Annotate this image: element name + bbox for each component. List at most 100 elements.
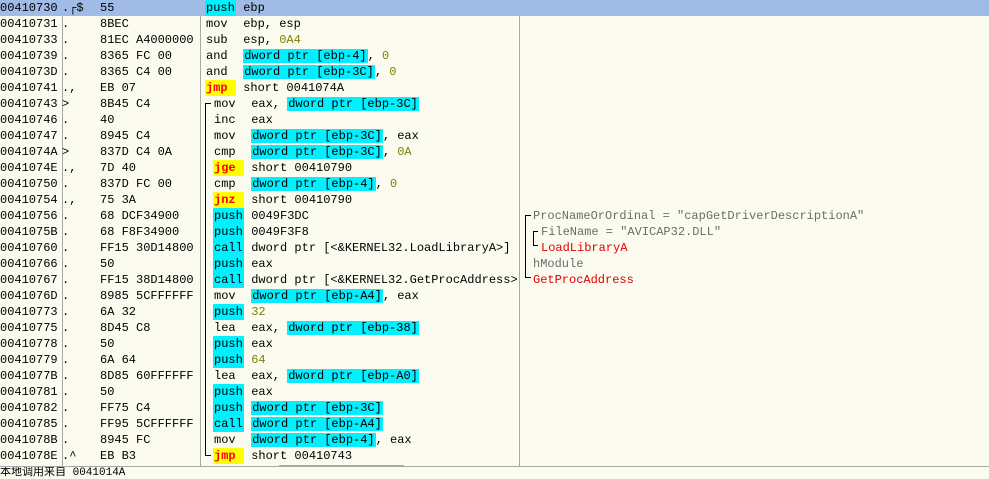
row-address: 00410756: [0, 209, 58, 223]
operand: dword ptr [ebp-4]: [243, 49, 368, 63]
mnemonic: cmp: [214, 145, 236, 159]
disasm-row[interactable]: 00410766. 50 push eax hModule: [0, 256, 989, 272]
disasm-row[interactable]: 0041073D. 8365 C4 00 and dword ptr [ebp-3C…: [0, 64, 989, 80]
disasm-row[interactable]: 0041078E .^ EB B3 jmp short 00410743: [0, 448, 989, 464]
mnemonic: mov: [214, 97, 236, 111]
row-marker: .: [62, 385, 70, 399]
row-instruction: lea eax, dword ptr [ebp-38]: [205, 320, 517, 336]
row-instruction: jmp short 0041074A: [205, 80, 517, 96]
row-instruction: mov dword ptr [ebp-4], eax: [205, 432, 517, 448]
row-marker: .: [62, 321, 70, 335]
disasm-row[interactable]: 0041078B. 8945 FC mov dword ptr [ebp-4], e…: [0, 432, 989, 448]
row-hex-bytes: 837D C4 0A: [100, 145, 173, 159]
operand: eax,: [251, 369, 288, 383]
disasm-row[interactable]: 00410773. 6A 32 push 32: [0, 304, 989, 320]
row-address: 0041077B: [0, 369, 58, 383]
disasm-row[interactable]: 00410779. 6A 64 push 64: [0, 352, 989, 368]
row-hex-bytes: 68 F8F34900: [100, 225, 180, 239]
row-marker: .: [62, 417, 70, 431]
disasm-row[interactable]: 00410743 >8B45 C4 mov eax, dword ptr [ebp-…: [0, 96, 989, 112]
row-address: 0041073D: [0, 65, 58, 79]
mnemonic: push: [213, 208, 244, 224]
row-address: 00410773: [0, 305, 58, 319]
row-address: 0041078B: [0, 433, 58, 447]
row-hex-bytes: 6A 32: [100, 305, 137, 319]
row-instruction: lea eax, dword ptr [ebp-A0]: [205, 368, 517, 384]
row-address: 00410766: [0, 257, 58, 271]
row-address: 0041076D: [0, 289, 58, 303]
disasm-row[interactable]: 00410747. 8945 C4 mov dword ptr [ebp-3C], …: [0, 128, 989, 144]
disasm-row[interactable]: 0041074E., 7D 40 jge short 00410790: [0, 160, 989, 176]
disasm-row[interactable]: 00410782. FF75 C4 push dword ptr [ebp-3C]: [0, 400, 989, 416]
disasm-row[interactable]: 00410730 .┌$ 55 push ebp: [0, 0, 989, 16]
row-marker: .┌$: [62, 1, 84, 15]
disasm-row[interactable]: 00410767. FF15 38D14800 call dword ptr [<&…: [0, 272, 989, 288]
operand: esp,: [243, 33, 280, 47]
row-hex-bytes: 75 3A: [100, 193, 137, 207]
row-hex-bytes: FF95 5CFFFFFF: [100, 417, 194, 431]
row-marker: .: [62, 33, 70, 47]
disassembly-pane[interactable]: 00410730 .┌$ 55 push ebp 00410731. 8BEC mov eb…: [0, 0, 989, 466]
disasm-row[interactable]: 00410746. 40 inc eax: [0, 112, 989, 128]
row-hex-bytes: 8945 FC: [100, 433, 151, 447]
row-address: 00410741: [0, 81, 58, 95]
row-instruction: jmp short 00410743: [205, 448, 517, 464]
mnemonic: lea: [214, 321, 236, 335]
row-instruction: push 0049F3F8: [205, 224, 517, 240]
disasm-row[interactable]: 00410785. FF95 5CFFFFFF call dword ptr [eb…: [0, 416, 989, 432]
disasm-row[interactable]: 00410739. 8365 FC 00 and dword ptr [ebp-4]…: [0, 48, 989, 64]
operand: ,: [374, 65, 390, 79]
row-address: 00410743: [0, 97, 58, 111]
mnemonic: call: [213, 240, 244, 256]
row-comment: LoadLibraryA: [521, 240, 989, 256]
disasm-row[interactable]: 00410750. 837D FC 00 cmp dword ptr [ebp-4]…: [0, 176, 989, 192]
operand: , eax: [382, 289, 419, 303]
disasm-row[interactable]: 00410781. 50 push eax: [0, 384, 989, 400]
disasm-row[interactable]: 0041075B. 68 F8F34900 push 0049F3F8 FileNam…: [0, 224, 989, 240]
mnemonic: call: [213, 416, 244, 432]
row-address: 00410779: [0, 353, 58, 367]
row-instruction: sub esp, 0A4: [205, 32, 517, 48]
mnemonic: jge: [213, 160, 244, 176]
row-hex-bytes: 50: [100, 257, 115, 271]
disasm-row[interactable]: 0041076D. 8985 5CFFFFFF mov dword ptr [ebp…: [0, 288, 989, 304]
disasm-row[interactable]: 00410778. 50 push eax: [0, 336, 989, 352]
disasm-row[interactable]: 00410733. 81EC A4000000 sub esp, 0A4: [0, 32, 989, 48]
row-address: 00410767: [0, 273, 58, 287]
disasm-row[interactable]: 00410756. 68 DCF34900 push 0049F3DC ProcNam…: [0, 208, 989, 224]
mnemonic: and: [206, 49, 228, 63]
operand: dword ptr [ebp-3C]: [251, 129, 383, 143]
disasm-row[interactable]: 00410731. 8BEC mov ebp, esp: [0, 16, 989, 32]
row-hex-bytes: FF15 30D14800: [100, 241, 194, 255]
row-instruction: push 64: [205, 352, 517, 368]
row-marker: .: [62, 257, 70, 271]
operand: short 0041074A: [243, 81, 345, 95]
row-hex-bytes: 8945 C4: [100, 129, 151, 143]
row-instruction: inc eax: [205, 112, 517, 128]
disasm-row[interactable]: 00410741., EB 07 jmp short 0041074A: [0, 80, 989, 96]
row-hex-bytes: 8D85 60FFFFFF: [100, 369, 194, 383]
row-hex-bytes: 81EC A4000000: [100, 33, 194, 47]
row-address: 00410750: [0, 177, 58, 191]
row-instruction: call dword ptr [ebp-A4]: [205, 416, 517, 432]
row-marker: .: [62, 353, 70, 367]
row-address: 00410733: [0, 33, 58, 47]
operand: ,: [382, 145, 398, 159]
mnemonic: push: [213, 256, 244, 272]
disasm-row[interactable]: 00410754., 75 3A jnz short 00410790: [0, 192, 989, 208]
mnemonic: mov: [206, 17, 228, 31]
disasm-row[interactable]: 0041077B. 8D85 60FFFFFF lea eax, dword ptr…: [0, 368, 989, 384]
row-hex-bytes: 8365 FC 00: [100, 49, 173, 63]
mnemonic: jnz: [213, 192, 244, 208]
disasm-row[interactable]: 00410760. FF15 30D14800 call dword ptr [<&…: [0, 240, 989, 256]
row-hex-bytes: 8985 5CFFFFFF: [100, 289, 194, 303]
row-hex-bytes: 8BEC: [100, 17, 129, 31]
row-instruction: call dword ptr [<&KERNEL32.LoadLibraryA>…: [205, 240, 517, 256]
row-address: 0041078E: [0, 449, 58, 463]
disasm-row[interactable]: 00410775. 8D45 C8 lea eax, dword ptr [ebp-…: [0, 320, 989, 336]
row-hex-bytes: 68 DCF34900: [100, 209, 180, 223]
row-address: 00410747: [0, 129, 58, 143]
mnemonic: mov: [214, 289, 236, 303]
disasm-row[interactable]: 0041074A >837D C4 0A cmp dword ptr [ebp-3C…: [0, 144, 989, 160]
operand: dword ptr [ebp-3C]: [243, 65, 375, 79]
